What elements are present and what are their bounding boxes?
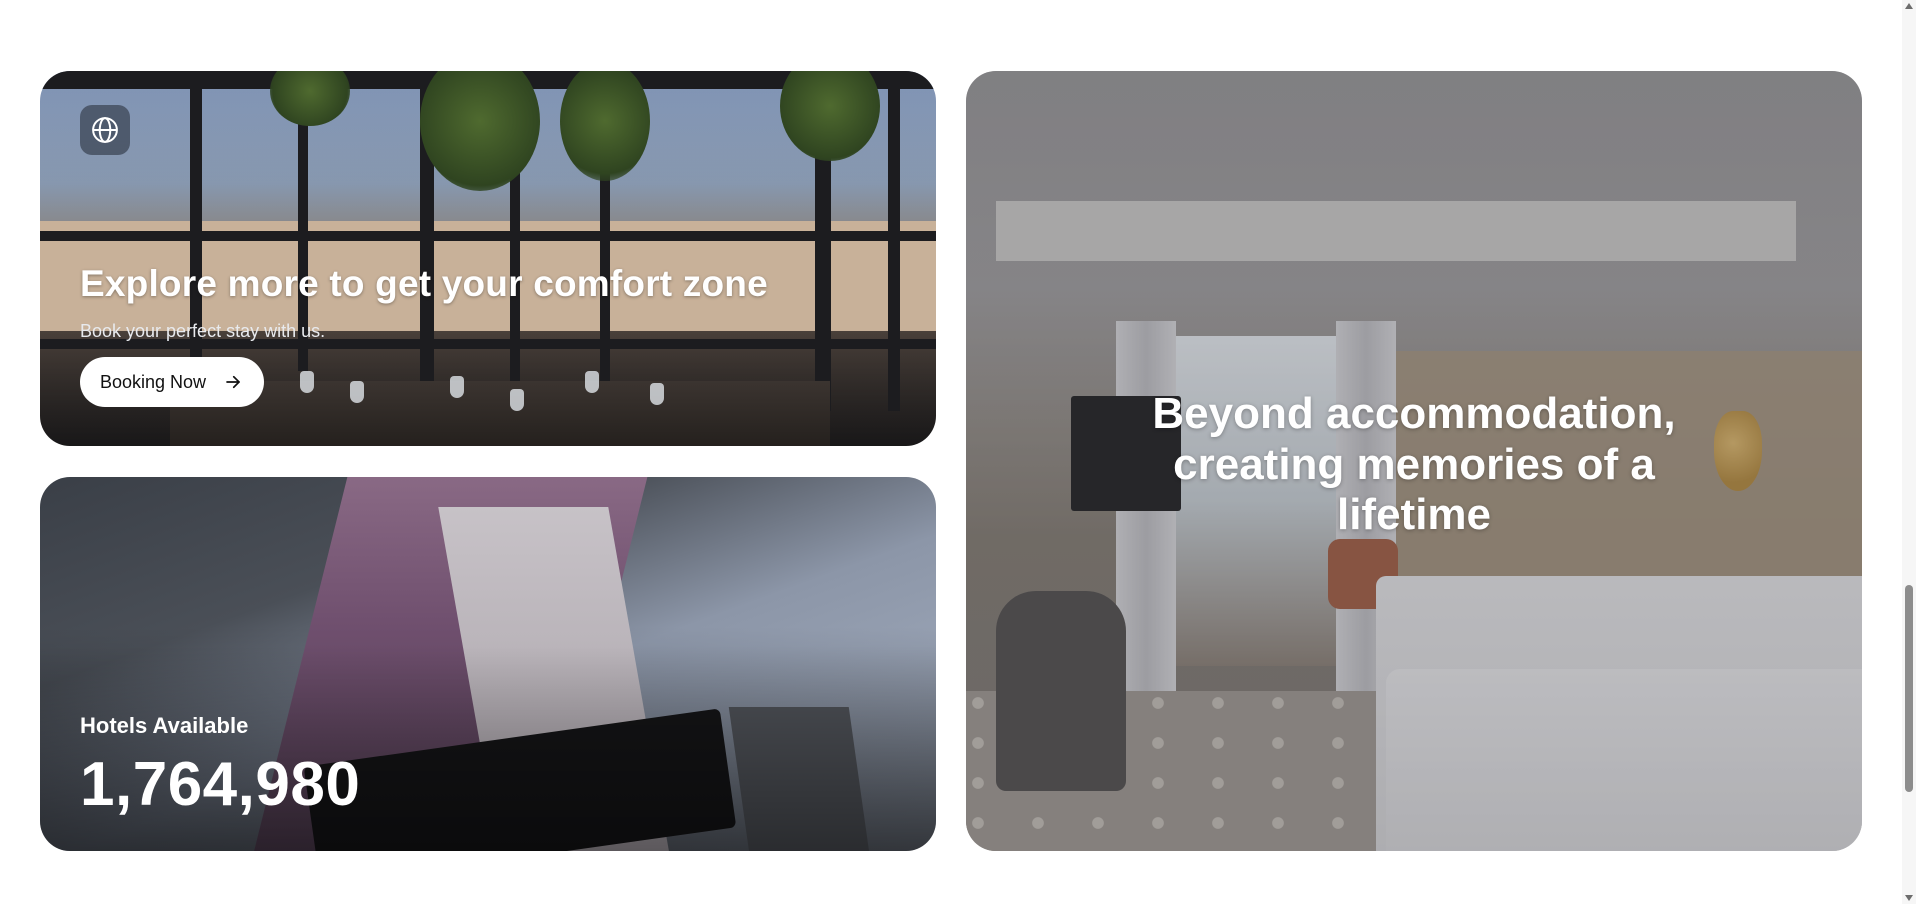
scroll-down-arrow-icon[interactable] xyxy=(1905,895,1913,901)
scrollbar-thumb[interactable] xyxy=(1905,585,1913,792)
room-headline: Beyond accommodation, creating memories … xyxy=(1152,389,1676,540)
hotels-available-count: 1,764,980 xyxy=(80,750,361,819)
wine-glass xyxy=(450,376,464,398)
arrow-right-icon xyxy=(226,375,240,389)
wine-glass xyxy=(585,371,599,393)
wine-glass xyxy=(300,371,314,393)
hanging-plant xyxy=(270,71,350,126)
hotels-available-label: Hotels Available xyxy=(80,713,249,738)
globe-icon xyxy=(92,117,118,143)
globe-button[interactable] xyxy=(80,105,130,155)
explore-title: Explore more to get your comfort zone xyxy=(80,263,768,304)
wine-glass xyxy=(350,381,364,403)
explore-subtitle: Book your perfect stay with us. xyxy=(80,321,326,341)
explore-card: Explore more to get your comfort zone Bo… xyxy=(40,71,936,446)
booking-now-button[interactable]: Booking Now xyxy=(80,357,265,407)
wine-glass xyxy=(510,389,524,411)
page: Explore more to get your comfort zone Bo… xyxy=(0,0,1916,904)
page-scrollbar[interactable] xyxy=(1902,0,1916,904)
dining-table xyxy=(170,381,830,446)
wine-glass xyxy=(650,383,664,405)
room-card: Beyond accommodation, creating memories … xyxy=(966,71,1862,851)
booking-now-label: Booking Now xyxy=(100,371,207,392)
frame-beam xyxy=(40,231,936,241)
hanging-plant xyxy=(780,71,880,161)
frame-post xyxy=(888,71,900,411)
hotels-available-card: Hotels Available 1,764,980 xyxy=(40,477,936,851)
scroll-up-arrow-icon[interactable] xyxy=(1905,3,1913,9)
hanging-plant xyxy=(560,71,650,181)
hanging-plant xyxy=(420,71,540,191)
